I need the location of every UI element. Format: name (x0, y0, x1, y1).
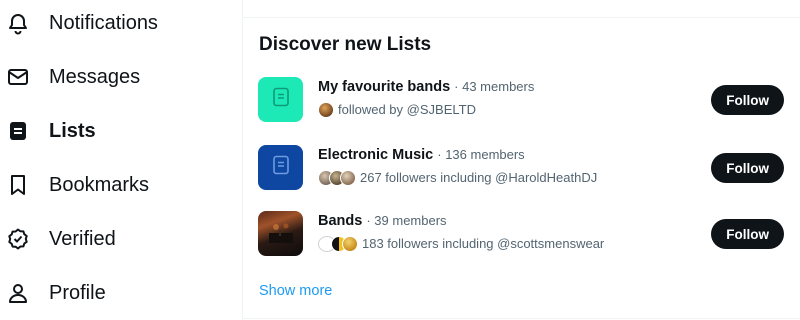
follower-avatars (318, 170, 356, 186)
bell-icon (6, 11, 30, 35)
list-followers-text: 267 followers including @HaroldHeathDJ (360, 170, 598, 185)
list-title: Electronic Music (318, 147, 434, 163)
list-doc-icon (269, 153, 293, 182)
follow-button[interactable]: Follow (711, 85, 784, 115)
sidebar-item-label: Messages (49, 66, 141, 88)
list-item[interactable]: Electronic Music · 136 members 267 follo… (243, 141, 800, 201)
show-more-link[interactable]: Show more (259, 281, 332, 301)
avatar (340, 170, 356, 186)
discover-lists-panel: Discover new Lists My favourite bands · … (243, 0, 800, 320)
avatar (318, 102, 334, 118)
sidebar-item-bookmarks[interactable]: Bookmarks (0, 163, 242, 207)
follower-avatars (318, 102, 334, 118)
sidebar-item-label: Lists (49, 120, 96, 142)
list-followers-line: 267 followers including @HaroldHeathDJ (318, 167, 597, 189)
sidebar-item-messages[interactable]: Messages (0, 55, 242, 99)
follower-avatars (318, 236, 358, 252)
list-thumbnail (258, 77, 303, 122)
bookmark-icon (6, 173, 30, 197)
sidebar-item-lists[interactable]: Lists (0, 109, 242, 153)
lists-icon (6, 119, 30, 143)
sidebar-nav: Notifications Messages Lists Bookmarks V… (0, 0, 242, 320)
sidebar-item-verified[interactable]: Verified (0, 217, 242, 261)
sidebar-item-label: Verified (49, 228, 116, 250)
sidebar-item-label: Bookmarks (49, 174, 150, 196)
list-name: My favourite bands · 43 members (318, 77, 534, 97)
avatar (342, 236, 358, 252)
sidebar-item-label: Profile (49, 282, 106, 304)
list-doc-icon (269, 85, 293, 114)
sidebar-item-profile[interactable]: Profile (0, 271, 242, 315)
list-member-count: · 43 members (454, 79, 535, 94)
sidebar-item-label: Notifications (49, 12, 158, 34)
list-item[interactable]: My favourite bands · 43 members followed… (243, 73, 800, 133)
list-followers-text: followed by @SJBELTD (338, 102, 476, 117)
panel-bottom-divider (243, 318, 800, 319)
list-title: My favourite bands (318, 79, 451, 95)
list-thumbnail (258, 211, 303, 256)
follow-button[interactable]: Follow (711, 219, 784, 249)
list-thumbnail (258, 145, 303, 190)
person-icon (6, 281, 30, 305)
follow-button[interactable]: Follow (711, 153, 784, 183)
panel-top-divider (243, 17, 800, 18)
sidebar-item-notifications[interactable]: Notifications (0, 1, 242, 45)
list-member-count: · 136 members (437, 147, 525, 162)
list-followers-text: 183 followers including @scottsmenswear (362, 236, 605, 251)
list-followers-line: 183 followers including @scottsmenswear (318, 233, 604, 255)
list-name: Bands · 39 members (318, 211, 447, 231)
list-item[interactable]: Bands · 39 members 183 followers includi… (243, 207, 800, 267)
list-member-count: · 39 members (366, 213, 447, 228)
app-root: Notifications Messages Lists Bookmarks V… (0, 0, 800, 320)
list-name: Electronic Music · 136 members (318, 145, 525, 165)
panel-title: Discover new Lists (259, 34, 432, 55)
concert-photo (268, 219, 293, 248)
list-title: Bands (318, 213, 363, 229)
envelope-icon (6, 65, 30, 89)
verified-badge-icon (6, 227, 30, 251)
list-followers-line: followed by @SJBELTD (318, 99, 476, 121)
